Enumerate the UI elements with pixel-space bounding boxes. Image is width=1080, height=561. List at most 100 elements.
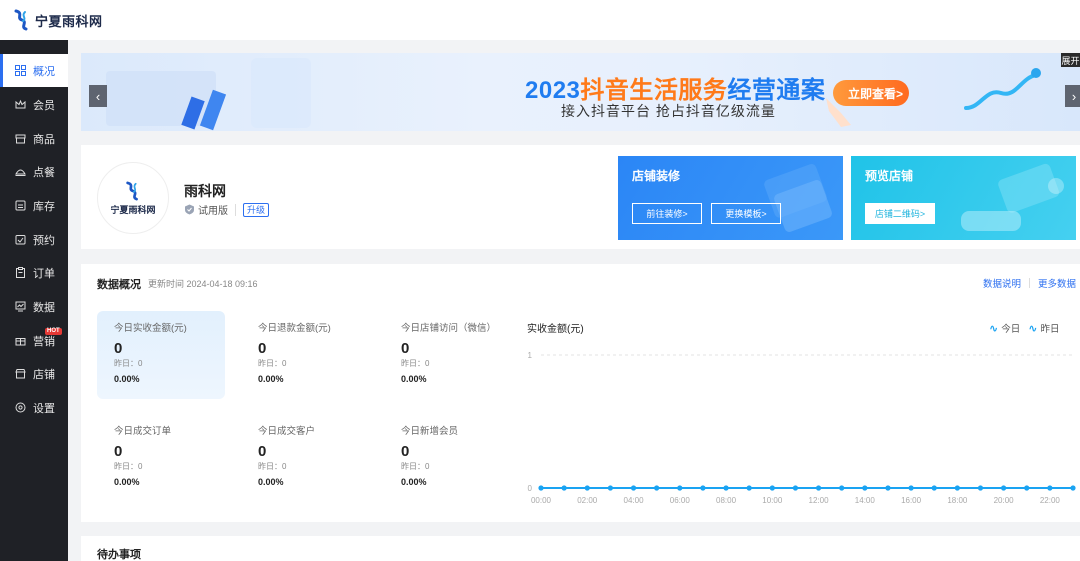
overview-title: 数据概况 — [97, 279, 141, 291]
metric-card[interactable]: 今日店铺访问（微信） 0 昨日：0 0.00% — [384, 311, 512, 399]
overview-updated-time: 更新时间 2024-04-18 09:16 — [148, 279, 258, 289]
x-tick-label: 10:00 — [762, 496, 783, 505]
upgrade-button[interactable]: 升级 — [243, 202, 270, 217]
metric-yesterday: 昨日：0 — [114, 462, 143, 471]
metric-card[interactable]: 今日实收金额(元) 0 昨日：0 0.00% — [97, 311, 225, 399]
sidebar-item-inventory[interactable]: 库存 — [0, 189, 68, 222]
sidebar-item-booking[interactable]: 预约 — [0, 223, 68, 256]
x-tick-label: 02:00 — [577, 496, 598, 505]
more-data-link[interactable]: 更多数据 — [1038, 276, 1076, 290]
sidebar-item-marketing[interactable]: 营销 HOT — [0, 324, 68, 357]
metric-card[interactable]: 今日新增会员 0 昨日：0 0.00% — [384, 414, 512, 502]
sidebar-item-label: 设置 — [33, 402, 55, 415]
promo-banner[interactable]: ‹ › 2023抖音生活服务经营通案 接入抖音平台 抢占抖音亿级流量 立即查看> — [81, 53, 1080, 131]
clipboard-icon — [14, 267, 26, 279]
sidebar-item-label: 会员 — [33, 99, 55, 112]
metric-label: 今日成交订单 — [114, 426, 172, 437]
banner-prev-button[interactable]: ‹ — [89, 85, 107, 107]
sidebar-item-members[interactable]: 会员 — [0, 88, 68, 121]
store-decoration-card[interactable]: 店铺装修 前往装修> 更换模板> — [618, 156, 843, 240]
metric-percent: 0.00% — [401, 477, 427, 487]
sidebar-item-orders[interactable]: 订单 — [0, 256, 68, 289]
store-logo-text: 宁夏雨科网 — [110, 204, 156, 215]
data-explain-link[interactable]: 数据说明 — [983, 276, 1021, 290]
todo-panel: 待办事项 — [81, 536, 1080, 561]
sidebar-item-label: 库存 — [33, 200, 55, 213]
dashboard-icon — [14, 65, 26, 77]
sidebar-item-label: 概况 — [33, 65, 55, 78]
banner-next-button[interactable]: › — [1065, 85, 1080, 107]
dish-icon — [14, 166, 26, 178]
sidebar-item-shop[interactable]: 店铺 — [0, 357, 68, 390]
revenue-line-chart: 0 1 00:00 02:00 04:00 06:00 08:00 10:00 12:00 14:… — [528, 351, 1076, 505]
line-legend-icon: ∿ — [989, 322, 999, 335]
banner-subtitle: 接入抖音平台 抢占抖音亿级流量 — [561, 103, 776, 119]
sidebar-item-settings[interactable]: 设置 — [0, 391, 68, 424]
metric-label: 今日店铺访问（微信） — [401, 323, 497, 334]
metric-percent: 0.00% — [114, 374, 140, 384]
data-overview-panel: 数据概况 更新时间 2024-04-18 09:16 数据说明 更多数据 今日实… — [81, 264, 1080, 522]
banner-view-button[interactable]: 立即查看> — [833, 80, 909, 106]
change-template-button[interactable]: 更换模板> — [711, 203, 781, 224]
gift-icon — [14, 335, 26, 347]
sidebar-nav: 概况 会员 商品 点餐 库存 预约 订单 数据 营销 HOT 店铺 设置 — [0, 48, 68, 561]
banner-title-year: 2023 — [525, 77, 581, 104]
metric-label: 今日实收金额(元) — [114, 323, 187, 334]
metric-label: 今日新增会员 — [401, 426, 459, 437]
x-tick-label: 04:00 — [624, 496, 645, 505]
go-decorate-button[interactable]: 前往装修> — [632, 203, 702, 224]
banner-title-blue: 经营通案 — [727, 77, 826, 104]
sidebar-item-label: 预约 — [33, 234, 55, 247]
metric-value: 0 — [258, 340, 267, 357]
promo-title: 预览店铺 — [865, 169, 914, 183]
store-name: 雨科网 — [184, 183, 226, 199]
legend-label: 昨日 — [1040, 324, 1060, 335]
x-tick-label: 14:00 — [855, 496, 876, 505]
sidebar-item-label: 数据 — [33, 301, 55, 314]
x-tick-label: 06:00 — [670, 496, 691, 505]
sidebar-item-overview[interactable]: 概况 — [0, 54, 68, 87]
x-tick-label: 16:00 — [901, 496, 922, 505]
y-tick-label: 1 — [528, 351, 533, 360]
sidebar-item-data[interactable]: 数据 — [0, 290, 68, 323]
metric-yesterday: 昨日：0 — [258, 462, 287, 471]
metric-value: 0 — [401, 443, 410, 460]
sidebar-item-products[interactable]: 商品 — [0, 122, 68, 155]
metric-yesterday: 昨日：0 — [258, 359, 287, 368]
metric-percent: 0.00% — [258, 374, 284, 384]
inventory-icon — [14, 200, 26, 212]
metric-card[interactable]: 今日成交客户 0 昨日：0 0.00% — [241, 414, 369, 502]
store-logo-icon — [126, 181, 138, 200]
sidebar-item-label: 商品 — [33, 133, 55, 146]
store-qrcode-button[interactable]: 店铺二维码> — [865, 203, 935, 224]
metric-value: 0 — [401, 340, 410, 357]
chart-legend: ∿ 今日 ∿ 昨日 — [989, 321, 1067, 336]
banner-title-orange: 抖音生活服务 — [580, 77, 728, 104]
preview-store-card[interactable]: 预览店铺 店铺二维码> — [851, 156, 1076, 240]
sidebar-item-label: 点餐 — [33, 166, 55, 179]
store-version: 试用版 — [198, 206, 228, 217]
metric-yesterday: 昨日：0 — [401, 462, 430, 471]
chart-icon — [14, 301, 26, 313]
metric-yesterday: 昨日：0 — [114, 359, 143, 368]
store-logo: 宁夏雨科网 — [97, 162, 169, 234]
sidebar-item-label: 订单 — [33, 267, 55, 280]
line-legend-icon: ∿ — [1028, 322, 1038, 335]
metric-card[interactable]: 今日成交订单 0 昨日：0 0.00% — [97, 414, 225, 502]
sidebar-item-ordering[interactable]: 点餐 — [0, 155, 68, 188]
shop-icon — [14, 368, 26, 380]
metric-percent: 0.00% — [114, 477, 140, 487]
expand-tag[interactable]: 展开 — [1061, 53, 1080, 67]
version-divider — [235, 203, 236, 216]
store-icon — [14, 133, 26, 145]
shield-icon — [184, 204, 195, 215]
brand-name: 宁夏雨科网 — [35, 13, 103, 29]
gear-icon — [14, 402, 26, 414]
banner-title: 2023抖音生活服务经营通案 — [525, 70, 825, 105]
metric-card[interactable]: 今日退款金额(元) 0 昨日：0 0.00% — [241, 311, 369, 399]
legend-item-today[interactable]: ∿ 今日 — [989, 321, 1020, 336]
calendar-check-icon — [14, 234, 26, 246]
x-tick-label: 18:00 — [947, 496, 968, 505]
legend-item-yesterday[interactable]: ∿ 昨日 — [1028, 321, 1060, 336]
metric-value: 0 — [114, 340, 123, 357]
